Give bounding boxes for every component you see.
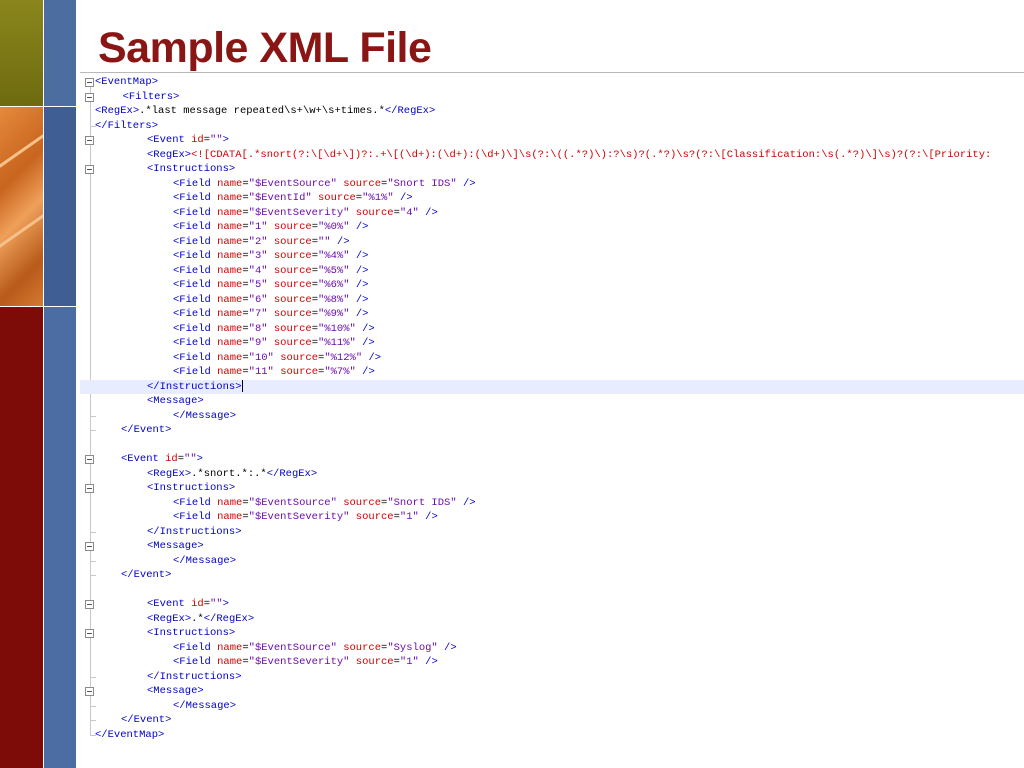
- code-line[interactable]: </Instructions>: [80, 670, 1024, 685]
- code-line[interactable]: <Instructions>: [80, 481, 1024, 496]
- code-line[interactable]: <Field name="5" source="%6%" />: [80, 278, 1024, 293]
- code-line[interactable]: </Filters>: [80, 119, 1024, 134]
- decor-strip-blue-middle: [44, 107, 76, 306]
- code-line-text: <Field name="$EventId" source="%1%" />: [173, 192, 413, 204]
- code-line-text: <Field name="2" source="" />: [173, 235, 350, 248]
- code-line-text: <Field name="$EventSeverity" source="1" …: [173, 511, 438, 523]
- code-line-text: <Message>: [147, 685, 204, 697]
- decor-strip-blue-bottom: [44, 307, 76, 768]
- code-line[interactable]: <Field name="7" source="%9%" />: [80, 307, 1024, 322]
- decor-strip-blue-top: [44, 0, 76, 106]
- code-line-text: <Field name="$EventSeverity" source="1" …: [173, 656, 438, 668]
- code-line-text: </Event>: [121, 424, 172, 436]
- code-line[interactable]: <Field name="4" source="%5%" />: [80, 264, 1024, 279]
- code-line[interactable]: </Event>: [80, 423, 1024, 438]
- code-line-text: <Event id="">: [147, 598, 229, 610]
- code-line-text: <Field name="9" source="%11%" />: [173, 337, 375, 349]
- code-line[interactable]: <Field name="$EventId" source="%1%" />: [80, 191, 1024, 206]
- code-line-text: <EventMap>: [95, 76, 159, 88]
- code-line[interactable]: <Field name="6" source="%8%" />: [80, 293, 1024, 308]
- code-line-text: </Message>: [173, 409, 237, 422]
- code-line-text: <Field name="3" source="%4%" />: [173, 250, 369, 262]
- code-line[interactable]: </Message>: [80, 699, 1024, 714]
- code-line[interactable]: <Event id="">: [80, 452, 1024, 467]
- code-line[interactable]: <Field name="10" source="%12%" />: [80, 351, 1024, 366]
- code-line-text: </Instructions>: [147, 379, 243, 393]
- code-line[interactable]: <Event id="">: [80, 133, 1024, 148]
- code-line[interactable]: <Field name="8" source="%10%" />: [80, 322, 1024, 337]
- code-line-text: <Field name="8" source="%10%" />: [173, 322, 375, 335]
- code-line-text: <Instructions>: [147, 163, 236, 175]
- code-line[interactable]: <Field name="$EventSource" source="Snort…: [80, 177, 1024, 192]
- code-line[interactable]: </Message>: [80, 409, 1024, 424]
- code-line-text: <Filters>: [122, 90, 180, 103]
- code-line-text: </Filters>: [95, 119, 159, 132]
- code-line-text: <Event id="">: [121, 453, 203, 465]
- code-line[interactable]: <Field name="11" source="%7%" />: [80, 365, 1024, 380]
- code-line-text: <Field name="$EventSeverity" source="4" …: [173, 206, 438, 219]
- decor-strip-photo: [0, 107, 43, 306]
- code-line[interactable]: </EventMap>: [80, 728, 1024, 743]
- code-line[interactable]: <Field name="$EventSeverity" source="1" …: [80, 510, 1024, 525]
- code-line[interactable]: <RegEx>.*</RegEx>: [80, 612, 1024, 627]
- code-line-text: <RegEx>.*</RegEx>: [147, 612, 255, 625]
- code-line[interactable]: <Field name="2" source="" />: [80, 235, 1024, 250]
- code-line-text: </Event>: [121, 569, 172, 581]
- code-line-text: </Event>: [121, 714, 172, 726]
- code-line[interactable]: <Filters>: [80, 90, 1024, 105]
- code-line-text: </Message>: [173, 699, 237, 712]
- code-line-text: <RegEx>.*snort.*:.*</RegEx>: [147, 467, 318, 480]
- decor-strip-olive: [0, 0, 43, 106]
- code-line-text: <Field name="4" source="%5%" />: [173, 264, 369, 277]
- code-line-text: <Field name="10" source="%12%" />: [173, 351, 382, 364]
- code-line-text: <Instructions>: [147, 482, 236, 494]
- code-line-text: <Field name="1" source="%0%" />: [173, 221, 369, 233]
- code-line[interactable]: <Field name="9" source="%11%" />: [80, 336, 1024, 351]
- code-line-text: <Field name="$EventSource" source="Snort…: [173, 177, 476, 190]
- code-line[interactable]: [80, 438, 1024, 453]
- code-line[interactable]: <RegEx>.*last message repeated\s+\w+\s+t…: [80, 104, 1024, 119]
- code-line-text: <Event id="">: [147, 134, 229, 146]
- slide-title: Sample XML File: [98, 24, 432, 72]
- code-line[interactable]: <Message>: [80, 684, 1024, 699]
- code-line-text: <Instructions>: [147, 627, 236, 639]
- code-line[interactable]: <Field name="$EventSeverity" source="4" …: [80, 206, 1024, 221]
- code-line[interactable]: <RegEx><![CDATA[.*snort(?:\[\d+\])?:.+\[…: [80, 148, 1024, 163]
- code-line[interactable]: </Instructions>: [80, 379, 1024, 394]
- code-line-text: <Field name="$EventSource" source="Syslo…: [173, 641, 457, 654]
- code-line-text: <Field name="6" source="%8%" />: [173, 293, 369, 306]
- code-line[interactable]: </Event>: [80, 568, 1024, 583]
- code-line[interactable]: </Event>: [80, 713, 1024, 728]
- code-line[interactable]: <Field name="$EventSource" source="Snort…: [80, 496, 1024, 511]
- code-line[interactable]: <Message>: [80, 539, 1024, 554]
- code-line[interactable]: <Field name="3" source="%4%" />: [80, 249, 1024, 264]
- code-line-text: <Field name="11" source="%7%" />: [173, 366, 375, 378]
- code-line-text: <Field name="$EventSource" source="Snort…: [173, 496, 476, 509]
- code-line-text: <Field name="5" source="%6%" />: [173, 279, 369, 291]
- code-line[interactable]: [80, 583, 1024, 598]
- code-line-text: </Instructions>: [147, 525, 242, 538]
- code-line-text: <RegEx>.*last message repeated\s+\w+\s+t…: [95, 105, 436, 117]
- code-line[interactable]: <Message>: [80, 394, 1024, 409]
- code-line-text: </EventMap>: [95, 728, 165, 741]
- code-line-text: <Field name="7" source="%9%" />: [173, 308, 369, 320]
- code-line[interactable]: </Instructions>: [80, 525, 1024, 540]
- decor-strip-red: [0, 307, 43, 768]
- code-line[interactable]: <EventMap>: [80, 75, 1024, 90]
- code-line-text: <Message>: [147, 540, 204, 552]
- code-line-text: <Message>: [147, 395, 204, 407]
- code-line[interactable]: <RegEx>.*snort.*:.*</RegEx>: [80, 467, 1024, 482]
- code-line[interactable]: <Event id="">: [80, 597, 1024, 612]
- code-line-text: </Message>: [173, 554, 237, 567]
- text-caret: [241, 379, 243, 392]
- code-line[interactable]: <Field name="$EventSeverity" source="1" …: [80, 655, 1024, 670]
- code-line[interactable]: <Field name="1" source="%0%" />: [80, 220, 1024, 235]
- code-line[interactable]: <Field name="$EventSource" source="Syslo…: [80, 641, 1024, 656]
- code-line-text: </Instructions>: [147, 670, 242, 683]
- code-line[interactable]: </Message>: [80, 554, 1024, 569]
- code-line[interactable]: <Instructions>: [80, 626, 1024, 641]
- code-line[interactable]: <Instructions>: [80, 162, 1024, 177]
- xml-code-editor[interactable]: <EventMap> <Filters> <RegEx>.*last messag…: [80, 73, 1024, 753]
- code-line-text: <RegEx><![CDATA[.*snort(?:\[\d+\])?:.+\[…: [147, 148, 992, 161]
